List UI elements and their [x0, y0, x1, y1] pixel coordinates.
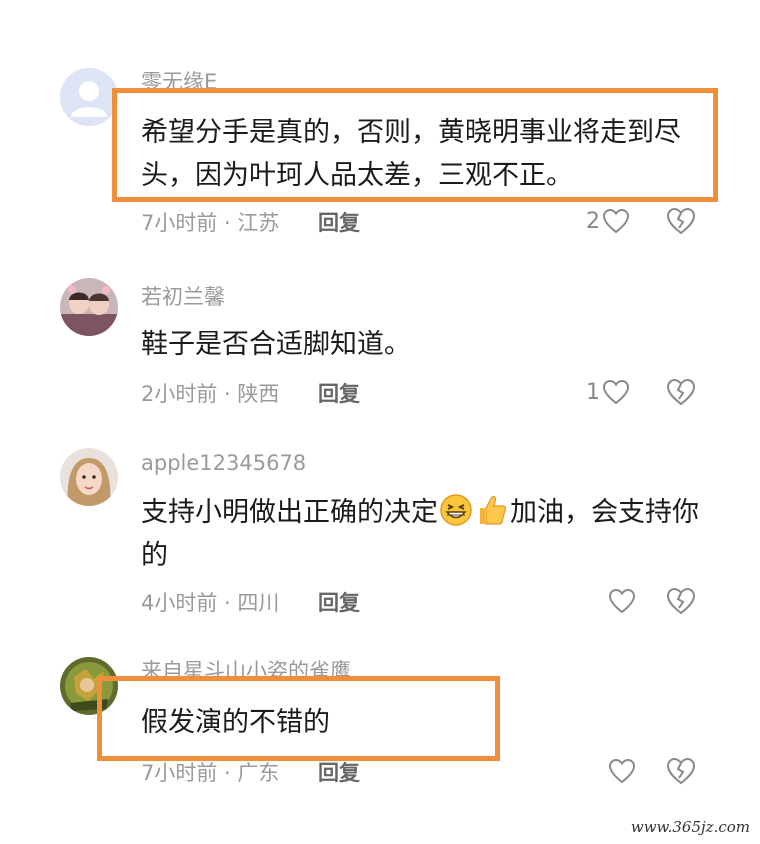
- like-count: 1: [586, 379, 600, 405]
- highlight-box: [97, 676, 500, 761]
- avatar[interactable]: [60, 448, 118, 506]
- comment-meta: 7小时前 · 江苏: [141, 211, 280, 235]
- grinning-face-icon: [440, 494, 472, 526]
- comment-meta: 7小时前 · 广东: [141, 761, 280, 785]
- like-button[interactable]: [606, 587, 636, 615]
- reply-button[interactable]: 回复: [318, 207, 360, 237]
- avatar[interactable]: [60, 278, 118, 336]
- default-avatar-icon: [60, 68, 118, 126]
- photo-avatar-woman: [60, 448, 118, 506]
- heart-icon: [608, 758, 636, 784]
- watermark: www.365jz.com: [630, 818, 750, 836]
- broken-heart-icon[interactable]: [666, 378, 696, 406]
- comment-meta: 4小时前 · 四川: [141, 591, 280, 615]
- like-count: 2: [586, 208, 600, 234]
- photo-avatar-children: [60, 278, 118, 336]
- comment-text: 支持小明做出正确的决定 加油，会支持你的: [141, 491, 701, 577]
- broken-heart-icon[interactable]: [666, 587, 696, 615]
- thumbs-up-icon: [480, 496, 506, 525]
- like-button[interactable]: 1: [586, 378, 630, 406]
- heart-icon: [602, 208, 630, 234]
- highlight-box: [112, 88, 718, 202]
- avatar[interactable]: [60, 68, 118, 126]
- heart-icon: [608, 588, 636, 614]
- username[interactable]: apple12345678: [141, 451, 306, 475]
- username[interactable]: 若初兰馨: [141, 281, 225, 311]
- reply-button[interactable]: 回复: [318, 587, 360, 617]
- comment-text-part: 支持小明做出正确的决定: [141, 497, 438, 528]
- like-button[interactable]: [606, 757, 636, 785]
- broken-heart-icon[interactable]: [666, 757, 696, 785]
- reply-button[interactable]: 回复: [318, 378, 360, 408]
- comment-text: 鞋子是否合适脚知道。: [141, 329, 411, 360]
- heart-icon: [602, 379, 630, 405]
- reply-button[interactable]: 回复: [318, 757, 360, 787]
- like-button[interactable]: 2: [586, 207, 630, 235]
- comment-meta: 2小时前 · 陕西: [141, 382, 280, 406]
- broken-heart-icon[interactable]: [666, 207, 696, 235]
